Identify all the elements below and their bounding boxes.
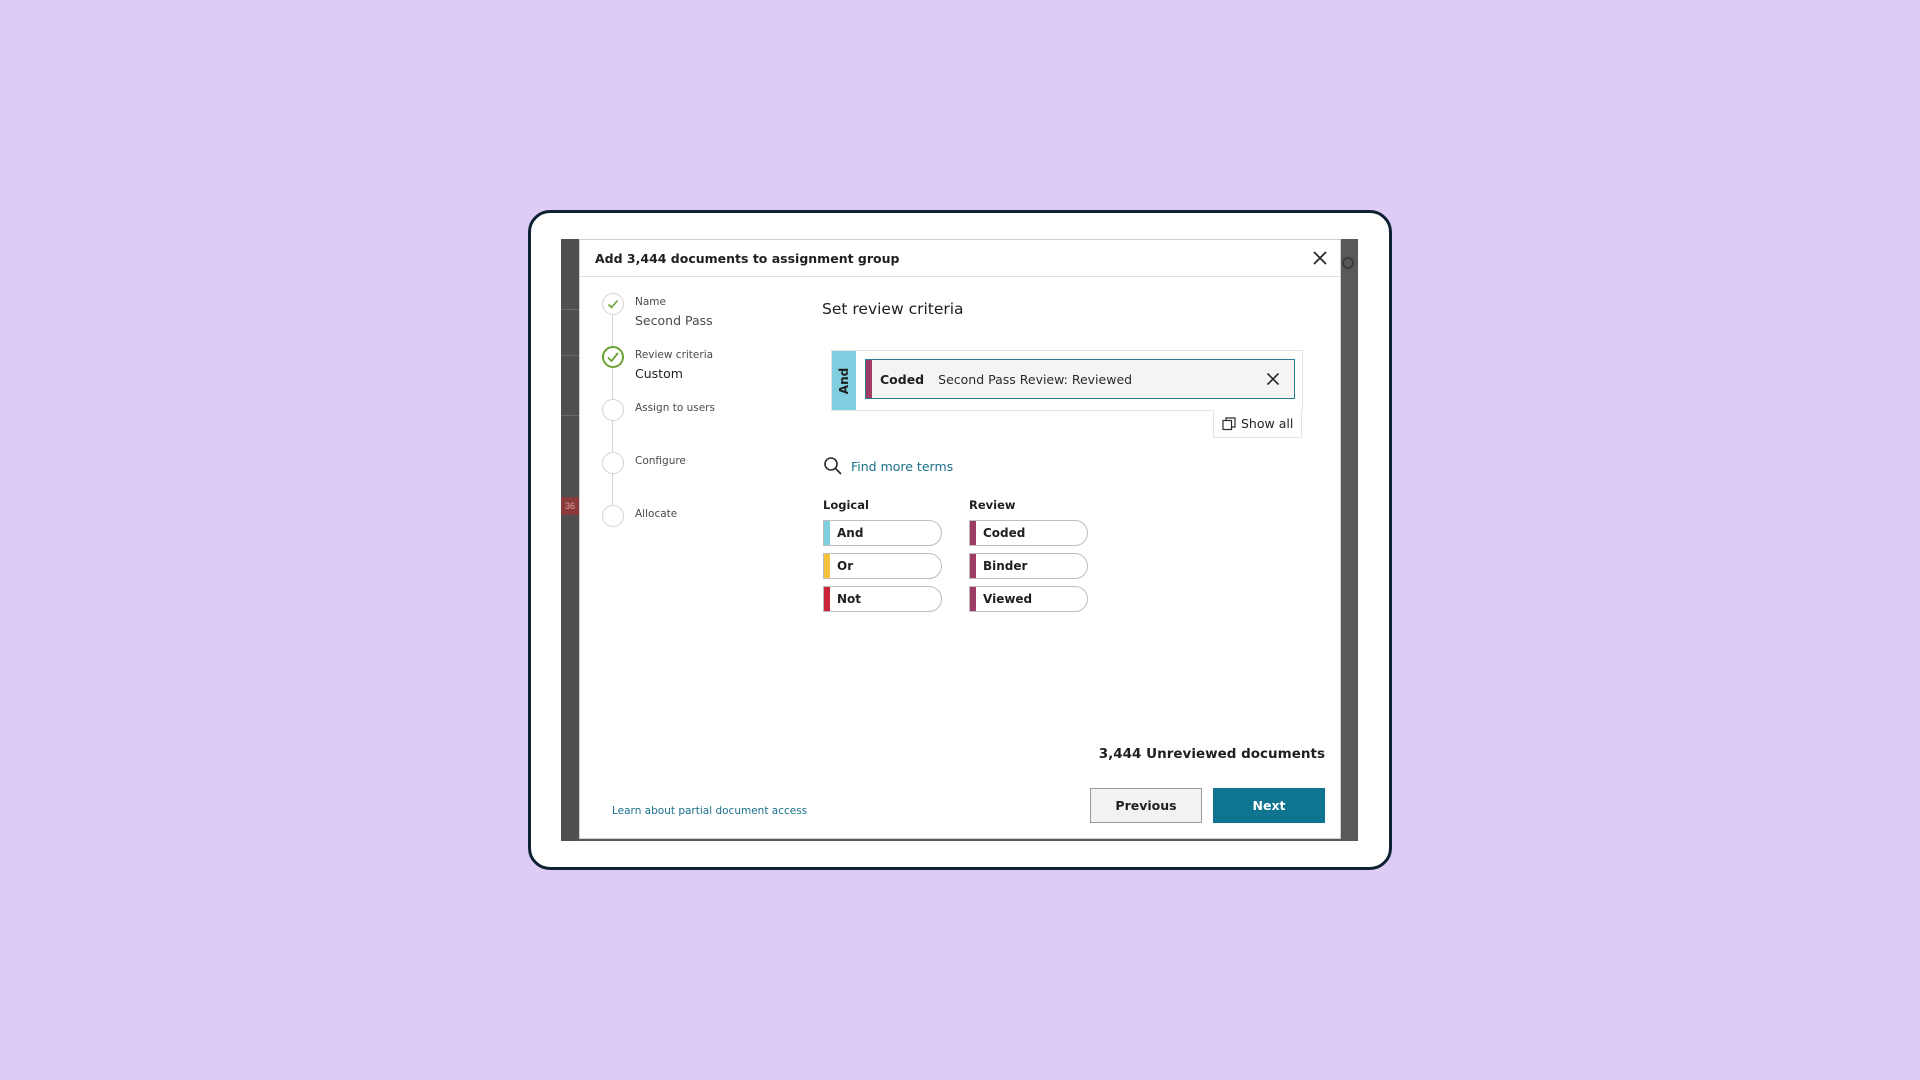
previous-button[interactable]: Previous: [1090, 788, 1202, 823]
step-pending-circle-icon: [602, 452, 624, 474]
step-complete-check-icon: [602, 293, 624, 315]
chip-description: Second Pass Review: Reviewed: [938, 371, 1133, 387]
background-divider: [561, 415, 579, 416]
pill-label: Binder: [983, 559, 1028, 573]
background-divider: [561, 309, 579, 310]
logical-title: Logical: [823, 498, 869, 512]
criteria-builder: And Coded Second Pass Review: Reviewed: [831, 350, 1303, 411]
background-divider: [561, 355, 579, 356]
review-group: Review Coded Binder Viewed: [969, 498, 1088, 619]
review-coded-pill[interactable]: Coded: [969, 520, 1088, 546]
background-sidebar: [561, 239, 579, 841]
pill-color-bar: [970, 587, 976, 611]
assignment-modal: Add 3,444 documents to assignment group …: [580, 240, 1340, 838]
show-all-button[interactable]: Show all: [1213, 410, 1302, 438]
step-connector: [612, 474, 613, 505]
pill-label: Coded: [983, 526, 1026, 540]
step-pending-circle-icon: [602, 505, 624, 527]
step-connector: [612, 315, 613, 346]
search-icon: [824, 457, 842, 475]
step-connector: [612, 421, 613, 452]
pill-color-bar: [970, 554, 976, 578]
pill-color-bar: [824, 587, 830, 611]
modal-header: Add 3,444 documents to assignment group: [580, 240, 1340, 277]
remove-criteria-close-icon[interactable]: [1266, 372, 1280, 386]
pill-label: Viewed: [983, 592, 1033, 606]
review-viewed-pill[interactable]: Viewed: [969, 586, 1088, 612]
step-label: Assign to users: [635, 402, 715, 414]
logical-and-pill[interactable]: And: [823, 520, 942, 546]
modal-title: Add 3,444 documents to assignment group: [595, 250, 900, 266]
review-title: Review: [969, 498, 1016, 512]
logical-not-pill[interactable]: Not: [823, 586, 942, 612]
step-assign-to-users[interactable]: Assign to users: [602, 399, 782, 452]
criteria-chip[interactable]: Coded Second Pass Review: Reviewed: [865, 359, 1295, 399]
pill-label: Not: [837, 592, 862, 606]
pill-label: And: [837, 526, 864, 540]
step-connector: [612, 368, 613, 399]
step-label: Configure: [635, 455, 686, 467]
operator-label: And: [837, 367, 852, 394]
background-shield-icon: [1342, 257, 1354, 269]
wizard-stepper: Name Second Pass Review criteria Custom …: [602, 293, 782, 558]
find-more-terms-label: Find more terms: [851, 458, 954, 474]
step-review-criteria[interactable]: Review criteria Custom: [602, 346, 782, 399]
step-label: Review criteria: [635, 349, 714, 361]
step-value: Second Pass: [635, 313, 713, 328]
partial-access-link[interactable]: Learn about partial document access: [612, 805, 807, 817]
copy-icon: [1222, 416, 1236, 430]
chip-color-bar: [866, 360, 872, 398]
step-name[interactable]: Name Second Pass: [602, 293, 782, 346]
find-more-terms-link[interactable]: Find more terms: [823, 456, 953, 476]
step-configure[interactable]: Configure: [602, 452, 782, 505]
chip-type: Coded: [880, 371, 925, 387]
section-title: Set review criteria: [822, 300, 964, 318]
step-label: Name: [635, 296, 666, 308]
pill-color-bar: [824, 521, 830, 545]
step-active-check-icon: [602, 346, 624, 368]
logical-or-pill[interactable]: Or: [823, 553, 942, 579]
step-allocate[interactable]: Allocate: [602, 505, 782, 558]
review-binder-pill[interactable]: Binder: [969, 553, 1088, 579]
step-pending-circle-icon: [602, 399, 624, 421]
logical-group: Logical And Or Not: [823, 498, 942, 619]
pill-color-bar: [970, 521, 976, 545]
unreviewed-count: 3,444 Unreviewed documents: [1098, 746, 1325, 762]
next-button[interactable]: Next: [1213, 788, 1325, 823]
operator-tab[interactable]: And: [832, 351, 856, 410]
show-all-label: Show all: [1241, 416, 1294, 431]
pill-color-bar: [824, 554, 830, 578]
close-icon[interactable]: [1310, 248, 1330, 268]
background-badge: 36: [561, 497, 579, 515]
step-value: Custom: [635, 366, 683, 381]
pill-label: Or: [837, 559, 854, 573]
step-label: Allocate: [635, 508, 678, 520]
